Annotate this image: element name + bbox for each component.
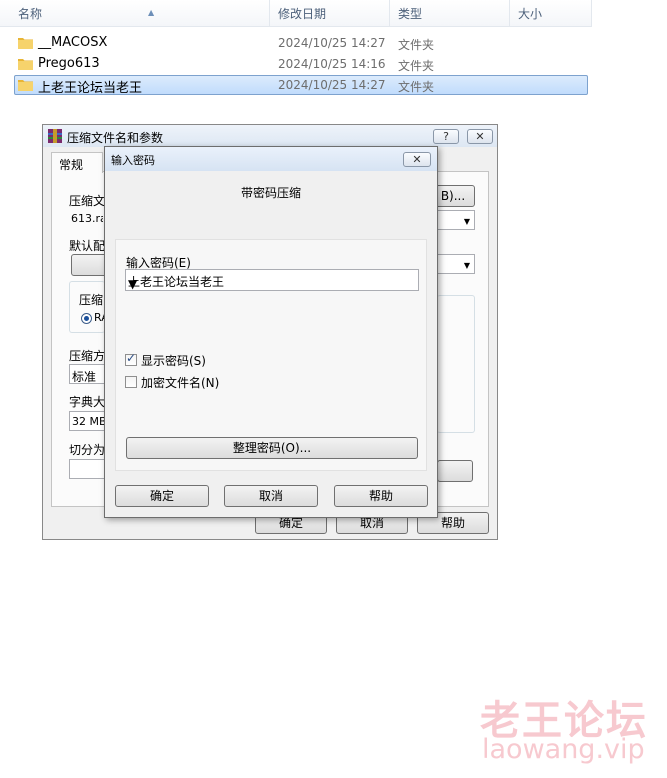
- file-row-selected[interactable]: 上老王论坛当老王 2024/10/25 14:27 文件夹: [14, 75, 588, 96]
- method-select[interactable]: 标准: [69, 364, 105, 384]
- organize-passwords-button[interactable]: 整理密码(O)...: [126, 437, 418, 459]
- archive-name-label: 压缩文: [69, 194, 106, 208]
- encrypt-filenames-label: 加密文件名(N): [141, 376, 220, 390]
- show-password-checkbox[interactable]: ✓: [125, 351, 137, 366]
- archive-name-input[interactable]: 613.ra: [69, 209, 103, 229]
- password-dialog-title: 输入密码: [111, 154, 155, 167]
- file-row-prego613[interactable]: Prego613 2024/10/25 14:16 文件夹: [14, 54, 588, 74]
- password-dialog-heading: 带密码压缩: [240, 186, 301, 200]
- column-size-label: 大小: [518, 7, 543, 21]
- split-label: 切分为: [69, 443, 106, 457]
- close-button[interactable]: ✕: [403, 152, 431, 167]
- file-name: Prego613: [38, 56, 100, 71]
- help-caption-button[interactable]: ?: [433, 129, 459, 144]
- column-size[interactable]: 大小: [512, 0, 592, 26]
- column-type-label: 类型: [398, 7, 423, 21]
- archive-dialog-title: 压缩文件名和参数: [67, 131, 164, 145]
- file-type: 文件夹: [398, 38, 435, 52]
- password-input[interactable]: 上老王论坛当老王 ▼: [125, 269, 419, 291]
- tab-general[interactable]: 常规: [51, 152, 103, 173]
- checkmark-icon: ✓: [126, 351, 137, 365]
- format-label: 压缩: [79, 293, 104, 307]
- folder-icon: [18, 38, 33, 49]
- set-password-button[interactable]: [437, 460, 473, 482]
- password-dialog: 输入密码 ✕ 带密码压缩 输入密码(E) 上老王论坛当老王 ▼ ✓ 显示密码(S…: [104, 146, 438, 518]
- password-group: 输入密码(E) 上老王论坛当老王 ▼ ✓ 显示密码(S) 加密文件名(N) 整理…: [115, 239, 427, 471]
- chevron-down-icon[interactable]: ▼: [128, 277, 414, 291]
- file-row-macosx[interactable]: __MACOSX 2024/10/25 14:27 文件夹: [14, 33, 588, 53]
- close-button[interactable]: ✕: [467, 129, 493, 144]
- password-help-button[interactable]: 帮助: [334, 485, 428, 507]
- password-ok-button[interactable]: 确定: [115, 485, 209, 507]
- column-header: 名称 ▲ 修改日期 类型 大小: [0, 0, 592, 27]
- column-type[interactable]: 类型: [392, 0, 510, 26]
- password-cancel-button[interactable]: 取消: [224, 485, 318, 507]
- tab-general-label: 常规: [59, 158, 84, 172]
- file-name: 上老王论坛当老王: [38, 81, 143, 96]
- chevron-down-icon: ▼: [463, 217, 470, 226]
- column-name-label: 名称: [18, 7, 43, 21]
- method-label: 压缩方: [69, 349, 106, 363]
- chevron-down-icon: ▼: [463, 261, 470, 270]
- show-password-label: 显示密码(S): [141, 354, 206, 368]
- watermark-url: laowang.vip: [482, 734, 645, 765]
- winrar-icon: [48, 129, 62, 143]
- update-mode-dropdown[interactable]: ▼: [437, 254, 475, 274]
- folder-icon: [18, 80, 33, 91]
- column-name[interactable]: 名称 ▲: [12, 0, 270, 26]
- column-modified[interactable]: 修改日期: [272, 0, 390, 26]
- format-rar-radio[interactable]: [81, 313, 92, 324]
- sort-up-icon: ▲: [148, 8, 155, 17]
- encrypt-filenames-checkbox[interactable]: [125, 376, 137, 388]
- default-profile-label: 默认配: [69, 239, 106, 253]
- file-modified: 2024/10/25 14:27: [278, 78, 386, 92]
- column-modified-label: 修改日期: [278, 7, 327, 21]
- dictionary-label: 字典大: [69, 395, 106, 409]
- file-type: 文件夹: [398, 80, 435, 94]
- folder-icon: [18, 59, 33, 70]
- file-modified: 2024/10/25 14:16: [278, 57, 386, 71]
- file-modified: 2024/10/25 14:27: [278, 36, 386, 50]
- split-select[interactable]: [69, 459, 105, 479]
- archive-name-dropdown[interactable]: ▼: [437, 210, 475, 230]
- file-name: __MACOSX: [38, 35, 108, 50]
- options-groupbox: [437, 295, 475, 433]
- file-type: 文件夹: [398, 59, 435, 73]
- dictionary-select[interactable]: 32 MB: [69, 411, 105, 431]
- archive-dialog-titlebar[interactable]: 压缩文件名和参数 ? ✕: [43, 125, 497, 147]
- password-dialog-titlebar[interactable]: 输入密码 ✕: [105, 147, 437, 171]
